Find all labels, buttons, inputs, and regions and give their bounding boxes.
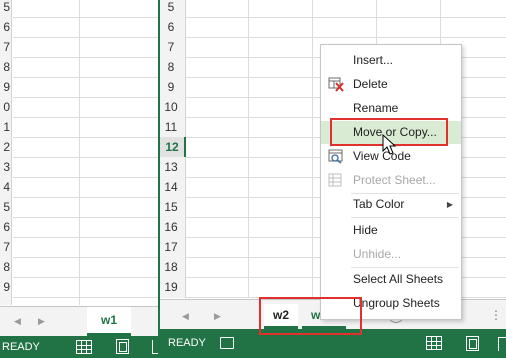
row-number[interactable]: 1 [0, 117, 10, 137]
row-number[interactable]: 8 [0, 57, 10, 77]
menu-item-protect-sheet[interactable]: Protect Sheet... [321, 169, 461, 192]
row-number[interactable]: 7 [0, 37, 10, 57]
row-number[interactable]: 18 [160, 257, 182, 277]
row-number[interactable]: 6 [0, 17, 10, 37]
row-number[interactable]: 6 [0, 217, 10, 237]
sheet-tab-context-menu: Insert... Delete Rename Move or Copy... … [320, 44, 462, 320]
protect-sheet-icon [328, 173, 342, 187]
menu-item-delete[interactable]: Delete [321, 73, 461, 96]
sheet-tab-bar: ◀ ▶ w1 [0, 306, 158, 336]
page-layout-view-icon[interactable] [116, 339, 129, 354]
page-break-view-icon[interactable] [498, 337, 506, 351]
page-layout-view-icon[interactable] [466, 336, 479, 351]
row-number[interactable]: 5 [160, 0, 182, 17]
mouse-cursor-icon [382, 134, 396, 155]
row-number[interactable]: 5 [0, 197, 10, 217]
row-number[interactable]: 9 [0, 77, 10, 97]
row-number[interactable]: 8 [160, 57, 182, 77]
row-number[interactable]: 14 [160, 177, 182, 197]
tab-scroll-left-icon[interactable]: ◀ [14, 316, 21, 327]
submenu-arrow-icon: ▶ [446, 200, 453, 209]
normal-view-icon[interactable] [76, 340, 92, 354]
row-number[interactable]: 15 [160, 197, 182, 217]
row-header-column: 5 6 7 8 9 10 11 12 13 14 15 16 17 18 19 [160, 0, 186, 298]
row-number[interactable]: 11 [160, 117, 182, 137]
row-number[interactable]: 6 [160, 17, 182, 37]
view-code-icon [328, 149, 343, 164]
row-number[interactable]: 9 [0, 277, 10, 297]
row-number[interactable]: 8 [0, 257, 10, 277]
menu-item-tab-color[interactable]: Tab Color ▶ [321, 193, 461, 216]
menu-item-insert[interactable]: Insert... [321, 49, 461, 72]
row-number[interactable]: 17 [160, 237, 182, 257]
row-number[interactable]: 13 [160, 157, 182, 177]
excel-window-left: 5 6 7 8 9 0 1 2 3 4 5 6 7 8 9 ◀ ▶ w1 REA… [0, 0, 158, 358]
status-bar: READY [0, 336, 158, 358]
menu-item-select-all-sheets[interactable]: Select All Sheets [321, 268, 461, 291]
row-number[interactable]: 5 [0, 0, 10, 17]
delete-x-icon [328, 77, 344, 92]
row-number[interactable]: 7 [160, 37, 182, 57]
row-header-column: 5 6 7 8 9 0 1 2 3 4 5 6 7 8 9 [0, 0, 12, 305]
tab-scroll-right-icon[interactable]: ▶ [38, 316, 45, 327]
row-number[interactable]: 2 [0, 137, 10, 157]
status-ready: READY [168, 337, 206, 349]
more-options-icon[interactable]: ⋮ [490, 308, 502, 322]
menu-item-unhide[interactable]: Unhide... [321, 243, 461, 266]
status-ready: READY [2, 341, 40, 353]
macro-record-icon[interactable] [220, 337, 234, 349]
row-number[interactable]: 7 [0, 237, 10, 257]
menu-item-rename[interactable]: Rename [321, 97, 461, 120]
row-number-active[interactable]: 12 [160, 137, 186, 157]
row-number[interactable]: 19 [160, 277, 182, 297]
tab-scroll-right-icon[interactable]: ▶ [214, 311, 221, 322]
normal-view-icon[interactable] [426, 336, 442, 350]
row-number[interactable]: 10 [160, 97, 182, 117]
tab-scroll-left-icon[interactable]: ◀ [182, 311, 189, 322]
menu-item-hide[interactable]: Hide [321, 219, 461, 242]
row-number[interactable]: 4 [0, 177, 10, 197]
row-number[interactable]: 0 [0, 97, 10, 117]
row-number[interactable]: 9 [160, 77, 182, 97]
row-number[interactable]: 3 [0, 157, 10, 177]
sheet-tab-w1[interactable]: w1 [87, 307, 131, 336]
highlight-sheet-tabs [259, 297, 362, 335]
row-number[interactable]: 16 [160, 217, 182, 237]
